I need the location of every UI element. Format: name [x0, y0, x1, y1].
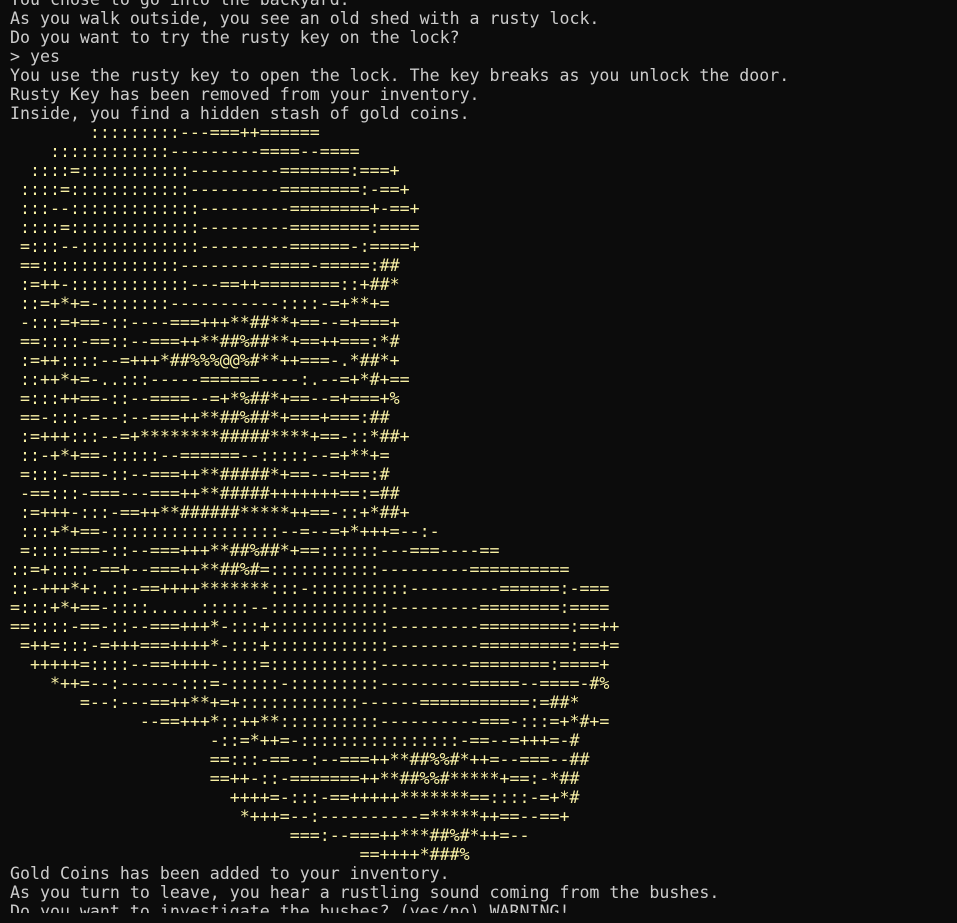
- ascii-art-line: :=++-::::::::::::---==++========::+##*: [10, 275, 400, 294]
- inventory-message: Gold Coins has been added to your invent…: [10, 864, 450, 883]
- ascii-art-line: ==:::-==--:--===++**##%%#*++=--===--##: [10, 750, 590, 769]
- ascii-art-line: :::--:::::::::::::---------========+-==+: [10, 199, 420, 218]
- ascii-art-line: ::=+*+=-:::::::-----------::::-=+**+=: [10, 294, 390, 313]
- ascii-art-line: ==-:::-=--:--===++**##%##*+===+===:##: [10, 408, 390, 427]
- ascii-art-line: :::+*+==-:::::::::::::::::--=--=+*+++=--…: [10, 522, 440, 541]
- ascii-art-line: ::-+++*+:.::-==++++*******:::-::::::::::…: [10, 579, 610, 598]
- ascii-art-line: ++++=-:::-==+++++*******==::::-=+*#: [10, 788, 580, 807]
- prompt-line[interactable]: Do you want to investigate the bushes? (…: [10, 902, 957, 913]
- ascii-art-line: =:::++==-::--====--=+*%##*+==--=+===+%: [10, 389, 400, 408]
- ascii-art-line: =:::+*+==-::::.....:::::--::::::::::::--…: [10, 598, 610, 617]
- inventory-message: Rusty Key has been removed from your inv…: [10, 85, 480, 104]
- ascii-art-line: =++=:::-=+++===++++*-:::+::::::::::::---…: [10, 636, 620, 655]
- ascii-art-line: =::::===-::--===+++**##%##*+==::::::---=…: [10, 541, 500, 560]
- ascii-art-line: ===:--===++***##%#*++=--: [10, 826, 530, 845]
- story-line: You chose to go into the backyard.: [10, 0, 957, 9]
- ascii-art-line: ::::::::::::---------====--====: [10, 142, 360, 161]
- ascii-art-line: ::-+*+==-:::::--======--:::::--=+**+=: [10, 446, 390, 465]
- terminal-window[interactable]: You chose to go into the backyard. As yo…: [0, 0, 957, 913]
- ascii-art-line: ::::=::::::::::::---------========:-==+: [10, 180, 410, 199]
- ascii-art-line: =:::--::::::::::::---------======-:====+: [10, 237, 420, 256]
- ascii-art-line: ::++*+=-..:::-----======----:.--=+*#+==: [10, 370, 410, 389]
- ascii-art-line: -:::=+==-::----===+++**##**+==--=+===+: [10, 313, 400, 332]
- ascii-art-line: ==::::-==-::--===+++*-:::+::::::::::::--…: [10, 617, 620, 636]
- ascii-art-line: =:::-===-::--===++**#####*+==--=+==:#: [10, 465, 390, 484]
- ascii-art-line: -==:::-===---===++**#####+++++++==:=##: [10, 484, 400, 503]
- story-line: Do you want to try the rusty key on the …: [10, 28, 460, 47]
- user-input-line: > yes: [10, 47, 60, 66]
- ascii-art-line: =--:---==++**+=+::::::::::::------======…: [10, 693, 580, 712]
- ascii-art-line: ==++-::-=======++**##%%#*****+==:-*##: [10, 769, 580, 788]
- ascii-art-line: ==::::-==::--===++**##%##**+==++===:*#: [10, 332, 400, 351]
- gold-coins-ascii-art: :::::::::---===++====== ::::::::::::----…: [10, 123, 957, 864]
- ascii-art-line: --==+++*::++**::::::::::----------===-::…: [10, 712, 610, 731]
- story-line: Inside, you find a hidden stash of gold …: [10, 104, 470, 123]
- ascii-art-line: :=+++:::--=+********#####****+==-::*##+: [10, 427, 410, 446]
- story-line: As you walk outside, you see an old shed…: [10, 9, 600, 28]
- ascii-art-line: -::=*++=-::::::::::::::::-==--=+++=-#: [10, 731, 580, 750]
- ascii-art-line: +++++=::::--==++++-::::=:::::::::::-----…: [10, 655, 610, 674]
- ascii-art-line: ::::=:::::::::::---------=======:===+: [10, 161, 400, 180]
- ascii-art-line: ==::::::::::::::---------====-=====:##: [10, 256, 400, 275]
- ascii-art-line: *+++=--:----------=*****++==--==+: [10, 807, 570, 826]
- ascii-art-line: ==++++*###%: [10, 845, 470, 864]
- story-line: You use the rusty key to open the lock. …: [10, 66, 790, 85]
- ascii-art-line: :=++::::--=+++*##%%%@@%#**++===-.*##*+: [10, 351, 400, 370]
- ascii-art-line: :::::::::---===++======: [10, 123, 320, 142]
- ascii-art-line: *++=--:------:::=-:::::-:::::::::-------…: [10, 674, 610, 693]
- ascii-art-line: :=+++-:::-==++**######*****++==-::+*##+: [10, 503, 410, 522]
- intro-text: You chose to go into the backyard. As yo…: [10, 0, 957, 123]
- ascii-art-line: ::::=:::::::::::::---------========:====: [10, 218, 420, 237]
- story-line: As you turn to leave, you hear a rustlin…: [10, 883, 720, 902]
- ascii-art-line: ::=+::::-==+--===++**##%#=:::::::::::---…: [10, 560, 570, 579]
- outro-text: Gold Coins has been added to your invent…: [10, 864, 957, 913]
